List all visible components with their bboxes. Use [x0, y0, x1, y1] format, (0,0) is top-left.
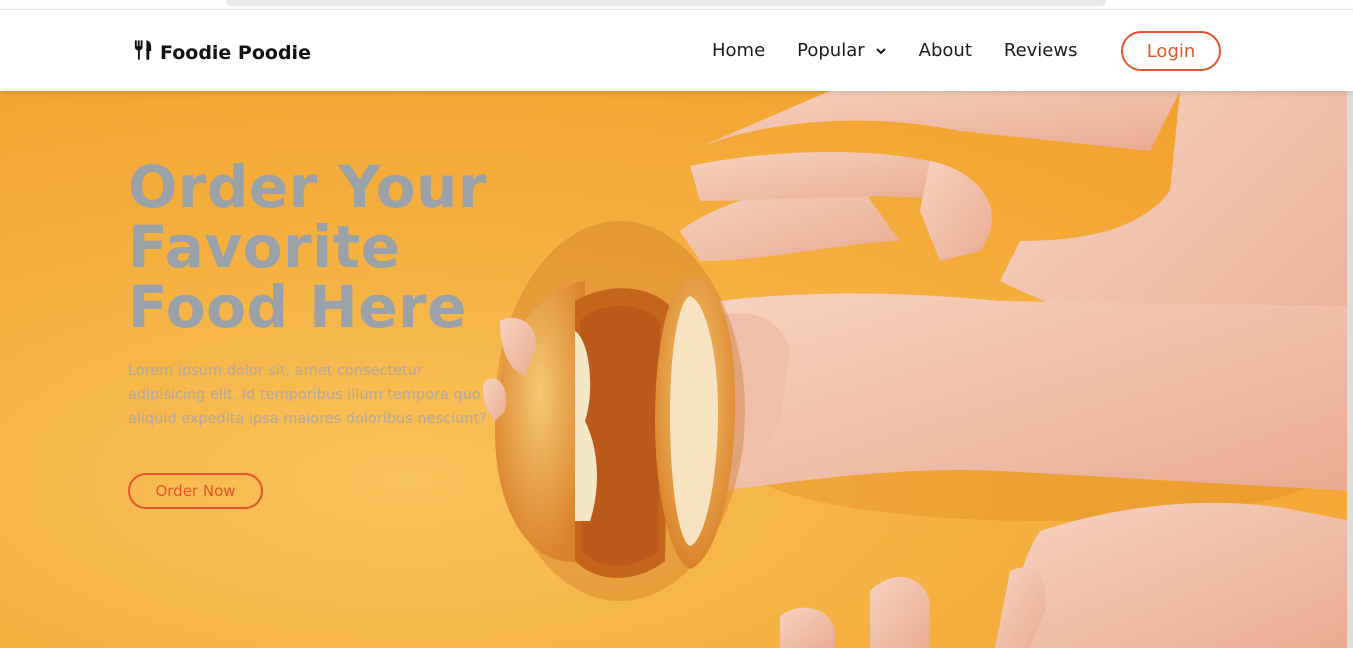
navbar: Foodie Poodie Home Popular About Reviews…: [0, 10, 1353, 91]
hero-title: Order Your Favorite Food Here: [128, 153, 487, 341]
nav-about[interactable]: About: [919, 40, 972, 61]
nav-links: Home Popular About Reviews: [712, 40, 1109, 61]
brand-logo[interactable]: Foodie Poodie: [132, 38, 311, 67]
chevron-down-icon: [875, 47, 886, 54]
order-now-button[interactable]: Order Now: [128, 473, 263, 509]
nav-popular-dropdown[interactable]: Popular: [797, 40, 887, 61]
vertical-scrollbar[interactable]: [1347, 91, 1353, 648]
nav-home[interactable]: Home: [712, 40, 765, 61]
brand-name: Foodie Poodie: [160, 41, 311, 64]
nav-reviews[interactable]: Reviews: [1004, 40, 1078, 61]
browser-top-strip: [0, 0, 1353, 10]
hero-section: Order Your Favorite Food Here Lorem ipsu…: [0, 91, 1353, 648]
login-button[interactable]: Login: [1121, 31, 1221, 71]
nav-popular-label: Popular: [797, 40, 865, 61]
hero-description: Lorem ipsum dolor sit, amet consectetur …: [128, 363, 487, 427]
fork-knife-icon: [132, 38, 155, 67]
horizontal-scrollbar[interactable]: [226, 0, 1106, 6]
